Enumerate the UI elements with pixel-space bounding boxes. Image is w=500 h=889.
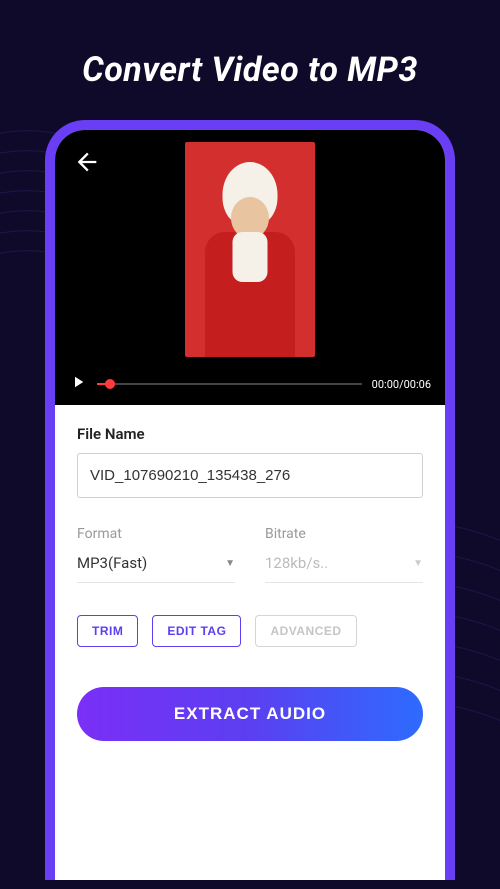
trim-button[interactable]: TRIM	[77, 615, 138, 647]
format-label: Format	[77, 526, 235, 542]
bitrate-label: Bitrate	[265, 526, 423, 542]
play-button[interactable]	[69, 373, 87, 395]
chevron-down-icon: ▼	[413, 558, 423, 569]
chevron-down-icon: ▼	[225, 558, 235, 569]
advanced-button: ADVANCED	[255, 615, 356, 647]
file-name-input[interactable]	[77, 453, 423, 498]
extract-audio-button[interactable]: EXTRACT AUDIO	[77, 687, 423, 741]
phone-frame: 00:00/00:06 File Name Format MP3(Fast) ▼…	[45, 120, 455, 880]
format-dropdown[interactable]: MP3(Fast) ▼	[77, 554, 235, 583]
format-value: MP3(Fast)	[77, 554, 147, 572]
progress-slider[interactable]	[97, 383, 362, 385]
video-preview: 00:00/00:06	[55, 130, 445, 405]
back-button[interactable]	[73, 148, 101, 176]
video-thumbnail	[185, 142, 315, 357]
form-panel: File Name Format MP3(Fast) ▼ Bitrate 128…	[55, 405, 445, 761]
bitrate-dropdown[interactable]: 128kb/s.. ▼	[265, 554, 423, 583]
play-icon	[69, 373, 87, 391]
progress-handle[interactable]	[105, 379, 115, 389]
arrow-left-icon	[73, 148, 101, 176]
player-controls: 00:00/00:06	[55, 363, 445, 405]
time-display: 00:00/00:06	[372, 378, 431, 391]
edit-tag-button[interactable]: EDIT TAG	[152, 615, 241, 647]
file-name-label: File Name	[77, 425, 423, 443]
bitrate-value: 128kb/s..	[265, 554, 328, 572]
